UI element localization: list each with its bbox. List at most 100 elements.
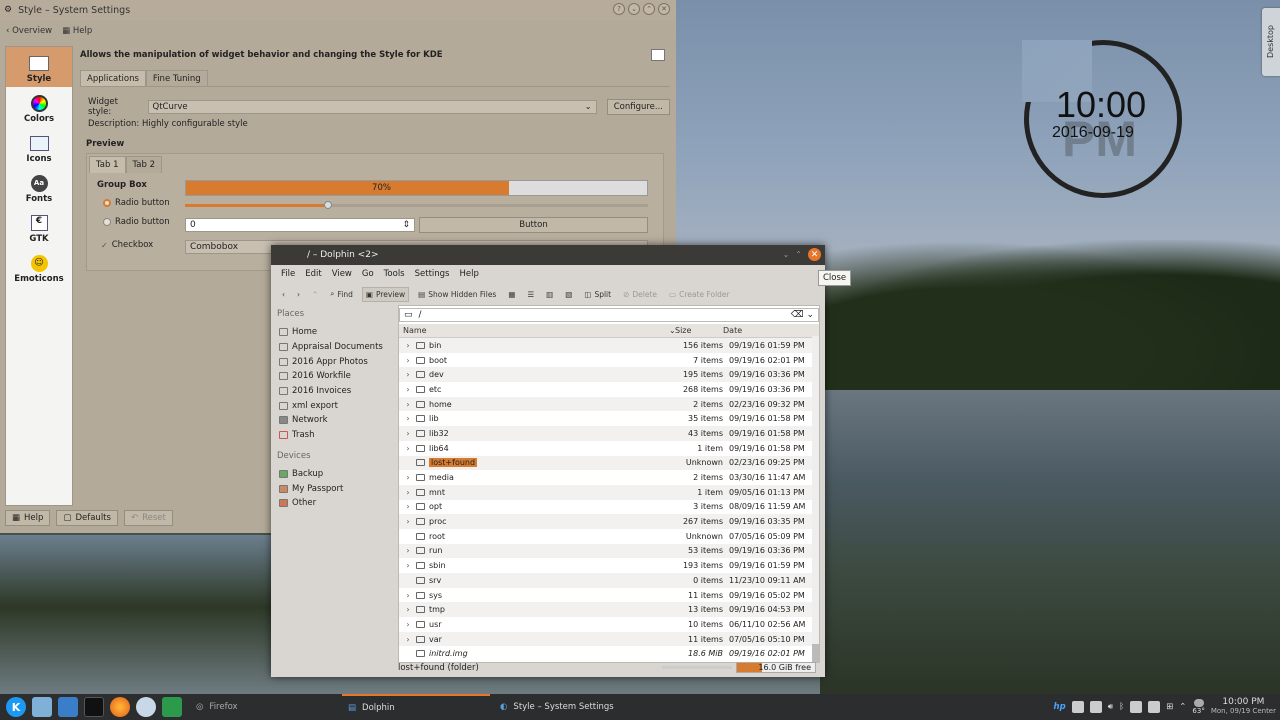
network-icon[interactable]: ⊞: [1166, 702, 1173, 712]
table-row[interactable]: lost+found Unknown 02/23/16 09:25 PM: [399, 455, 819, 471]
hp-icon[interactable]: hp: [1054, 702, 1066, 712]
radio-button-1[interactable]: Radio button: [103, 198, 170, 208]
expand-icon[interactable]: ›: [403, 356, 413, 365]
place-appraisal-documents[interactable]: Appraisal Documents: [275, 340, 399, 355]
maximize-icon[interactable]: ⌃: [643, 3, 655, 15]
maximize-icon[interactable]: ⌃: [795, 250, 802, 259]
expand-icon[interactable]: ›: [403, 414, 413, 423]
mail-icon[interactable]: [58, 697, 78, 717]
device-other[interactable]: Other: [275, 496, 399, 511]
menu-go[interactable]: Go: [362, 269, 374, 279]
find-button[interactable]: ⌕ Find: [327, 287, 356, 301]
expand-icon[interactable]: ›: [403, 444, 413, 453]
table-row[interactable]: › boot 7 items 09/19/16 02:01 PM: [399, 353, 819, 368]
spreadsheet-icon[interactable]: [162, 697, 182, 717]
place-home[interactable]: Home: [275, 325, 399, 340]
sidebar-item-emoticons[interactable]: ☺ Emoticons: [6, 247, 72, 287]
defaults-button[interactable]: ▢ Defaults: [56, 510, 118, 526]
table-row[interactable]: initrd.img 18.6 MiB 09/19/16 02:01 PM: [399, 646, 819, 661]
table-row[interactable]: › home 2 items 02/23/16 09:32 PM: [399, 396, 819, 412]
delete-button[interactable]: ⊘ Delete: [620, 288, 660, 301]
forward-icon[interactable]: ›: [294, 288, 303, 301]
configure-button[interactable]: Configure...: [606, 99, 670, 115]
expand-icon[interactable]: ›: [403, 400, 413, 409]
terminal-icon[interactable]: [84, 697, 104, 717]
details-view-icon[interactable]: ▥: [543, 288, 556, 301]
table-row[interactable]: › lib64 1 item 09/19/16 01:58 PM: [399, 441, 819, 456]
spin-box[interactable]: 0 ⇕: [185, 218, 415, 232]
preview-checkbox[interactable]: ✓ Checkbox: [101, 240, 153, 250]
table-row[interactable]: › dev 195 items 09/19/16 03:36 PM: [399, 367, 819, 383]
column-size[interactable]: Size: [675, 326, 723, 335]
table-row[interactable]: root Unknown 07/05/16 05:09 PM: [399, 529, 819, 544]
menu-help[interactable]: Help: [460, 269, 479, 279]
sidebar-item-gtk[interactable]: € GTK: [6, 207, 72, 247]
dolphin-titlebar[interactable]: / – Dolphin <2> ⌄ ⌃ ✕: [271, 245, 825, 265]
expand-icon[interactable]: ›: [403, 546, 413, 555]
task-dolphin[interactable]: ▤ Dolphin: [342, 694, 490, 720]
close-icon[interactable]: ✕: [808, 248, 821, 261]
expand-icon[interactable]: ›: [403, 517, 413, 526]
preview-slider[interactable]: [185, 201, 648, 209]
kde-launcher-icon[interactable]: K: [6, 697, 26, 717]
menu-edit[interactable]: Edit: [305, 269, 321, 279]
firefox-icon[interactable]: [110, 697, 130, 717]
table-row[interactable]: › usr 10 items 06/11/10 02:56 AM: [399, 617, 819, 632]
sidebar-item-icons[interactable]: Icons: [6, 127, 72, 167]
place-2016-workfile[interactable]: 2016 Workfile: [275, 369, 399, 384]
create-folder-button[interactable]: ▭ Create Folder: [666, 288, 733, 301]
menu-view[interactable]: View: [332, 269, 352, 279]
preview-button[interactable]: Button: [419, 217, 648, 233]
split-button[interactable]: ◫ Split: [581, 288, 614, 301]
help-menu-button[interactable]: ▦ Help: [62, 26, 92, 36]
expand-icon[interactable]: ›: [403, 591, 413, 600]
table-row[interactable]: › opt 3 items 08/09/16 11:59 AM: [399, 500, 819, 515]
menu-file[interactable]: File: [281, 269, 295, 279]
expand-icon[interactable]: ›: [403, 385, 413, 394]
panel-view-icon[interactable]: ▧: [562, 288, 575, 301]
expand-icon[interactable]: ›: [403, 429, 413, 438]
clipboard-icon[interactable]: [1089, 701, 1102, 713]
table-row[interactable]: › proc 267 items 09/19/16 03:35 PM: [399, 514, 819, 529]
overview-button[interactable]: ‹ Overview: [6, 26, 52, 36]
table-row[interactable]: › media 2 items 03/30/16 11:47 AM: [399, 470, 819, 485]
up-icon[interactable]: ⌃: [309, 288, 321, 301]
expand-icon[interactable]: ›: [403, 370, 413, 379]
sidebar-item-style[interactable]: Style: [6, 47, 72, 87]
help-icon[interactable]: ?: [613, 3, 625, 15]
radio-button-2[interactable]: Radio button: [103, 217, 170, 227]
task-system-settings[interactable]: ◐ Style – System Settings: [494, 694, 654, 720]
expand-icon[interactable]: ›: [403, 488, 413, 497]
expand-icon[interactable]: ›: [403, 635, 413, 644]
desktop-icon[interactable]: [32, 697, 52, 717]
table-row[interactable]: › sbin 193 items 09/19/16 01:59 PM: [399, 558, 819, 573]
clock-widget[interactable]: PM 10:00 2016-09-19: [1022, 40, 1186, 200]
back-icon[interactable]: ‹: [279, 288, 288, 301]
place-trash[interactable]: Trash: [275, 428, 399, 443]
table-row[interactable]: › etc 268 items 09/19/16 03:36 PM: [399, 382, 819, 397]
sidebar-item-colors[interactable]: Colors: [6, 87, 72, 127]
preview-tab-2[interactable]: Tab 2: [125, 156, 162, 173]
expand-icon[interactable]: ›: [403, 502, 413, 511]
icons-view-icon[interactable]: ▦: [505, 288, 518, 301]
preview-button[interactable]: ▣ Preview: [361, 286, 410, 302]
column-name[interactable]: Name: [399, 326, 669, 335]
table-row[interactable]: › var 11 items 07/05/16 05:10 PM: [399, 631, 819, 647]
table-row[interactable]: › lib32 43 items 09/19/16 01:58 PM: [399, 426, 819, 441]
reset-button[interactable]: ↶ Reset: [123, 510, 173, 526]
system-settings-titlebar[interactable]: ⚙ Style – System Settings ? ⌄ ⌃ ✕: [0, 0, 676, 20]
expand-icon[interactable]: ›: [403, 473, 413, 482]
table-row[interactable]: srv 0 items 11/23/10 09:11 AM: [399, 573, 819, 588]
desktop-toolbox[interactable]: Desktop: [1262, 8, 1280, 76]
place-network[interactable]: Network: [275, 413, 399, 428]
tab-fine-tuning[interactable]: Fine Tuning: [145, 70, 208, 87]
show-hidden-button[interactable]: ▤ Show Hidden Files: [415, 288, 499, 301]
expand-icon[interactable]: ›: [403, 605, 413, 614]
close-icon[interactable]: ✕: [658, 3, 670, 15]
column-date[interactable]: Date: [723, 326, 803, 335]
device-my-passport[interactable]: My Passport: [275, 481, 399, 496]
zoom-slider[interactable]: [662, 666, 732, 669]
window-menu-icon[interactable]: ⚙: [4, 5, 12, 15]
task-firefox[interactable]: ◎ Firefox: [190, 694, 340, 720]
minimize-icon[interactable]: ⌄: [783, 250, 790, 259]
